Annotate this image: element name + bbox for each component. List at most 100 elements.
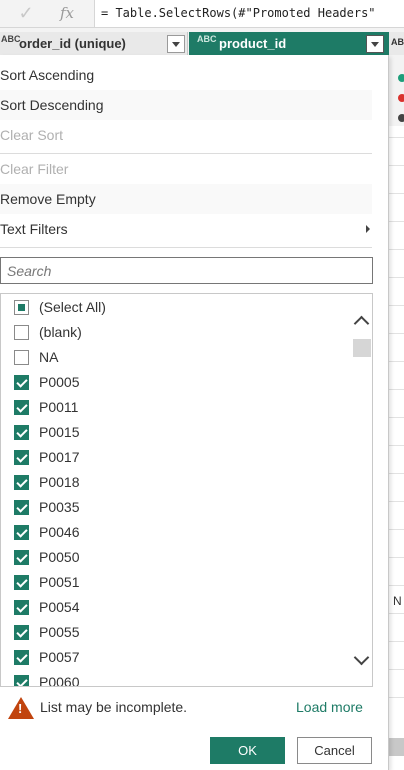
grid-row-divider (389, 669, 404, 670)
grid-row-divider (389, 249, 404, 250)
column-filter-dropdown-button[interactable] (366, 35, 384, 53)
checkbox[interactable] (14, 325, 29, 340)
ok-button[interactable]: OK (210, 737, 285, 764)
filter-list-item[interactable]: P0005 (1, 370, 351, 395)
filter-list-item[interactable]: NA (1, 345, 351, 370)
checkbox[interactable] (14, 525, 29, 540)
checkbox[interactable] (14, 400, 29, 415)
filter-item-label: P0055 (39, 624, 80, 640)
checkbox[interactable] (14, 575, 29, 590)
grid-row-divider (389, 445, 404, 446)
filter-list-item[interactable]: P0057 (1, 645, 351, 670)
search-input[interactable] (1, 258, 372, 283)
horizontal-scrollbar[interactable] (389, 738, 404, 756)
scrollbar-thumb[interactable] (353, 339, 371, 357)
filter-item-label: P0046 (39, 524, 80, 540)
filter-list-item[interactable]: P0035 (1, 495, 351, 520)
column-title: order_id (unique) (19, 36, 126, 51)
search-box[interactable] (0, 257, 373, 284)
filter-item-label: P0054 (39, 599, 80, 615)
menu-clear-sort: Clear Sort (0, 127, 64, 143)
filter-list-item[interactable]: P0046 (1, 520, 351, 545)
column-filter-panel: Sort Ascending Sort Descending Clear Sor… (0, 55, 389, 770)
chevron-up-icon[interactable] (355, 314, 369, 328)
chevron-down-icon[interactable] (355, 652, 369, 666)
checkbox[interactable] (14, 375, 29, 390)
filter-item-label: P0018 (39, 474, 80, 490)
menu-sort-ascending[interactable]: Sort Ascending (0, 60, 372, 90)
filter-list-item[interactable]: P0060 (1, 670, 351, 687)
filter-item-label: P0057 (39, 649, 80, 665)
filter-list-item[interactable]: P0017 (1, 445, 351, 470)
valid-dot-icon (398, 74, 404, 82)
submenu-arrow-icon (366, 225, 370, 233)
warning-text: List may be incomplete. (40, 699, 188, 715)
incomplete-list-warning: ! List may be incomplete. Load more (0, 695, 380, 721)
grid-row-divider (389, 641, 404, 642)
grid-row-divider (389, 277, 404, 278)
checkbox[interactable] (14, 475, 29, 490)
checkbox[interactable] (14, 625, 29, 640)
filter-item-label: (Select All) (39, 299, 106, 315)
column-header-next[interactable]: AB (389, 32, 404, 55)
menu-clear-filter: Clear Filter (0, 161, 69, 177)
filter-item-label: P0005 (39, 374, 80, 390)
cancel-button[interactable]: Cancel (297, 737, 372, 764)
grid-row-divider (389, 389, 404, 390)
filter-list-item[interactable]: P0011 (1, 395, 351, 420)
grid-row-divider (389, 585, 404, 586)
grid-row-divider (389, 305, 404, 306)
filter-list-item[interactable]: P0018 (1, 470, 351, 495)
empty-dot-icon (398, 114, 404, 122)
filter-list-item[interactable]: P0055 (1, 620, 351, 645)
filter-list-item[interactable]: P0054 (1, 595, 351, 620)
checkbox[interactable] (14, 550, 29, 565)
filter-item-label: P0015 (39, 424, 80, 440)
filter-item-label: P0060 (39, 674, 80, 687)
column-headers: ABC order_id (unique) ABC product_id AB (0, 32, 404, 55)
checkbox[interactable] (14, 650, 29, 665)
load-more-link[interactable]: Load more (296, 699, 363, 715)
column-header-product-id[interactable]: ABC product_id (189, 32, 389, 55)
text-type-icon[interactable]: ABC (197, 35, 217, 44)
grid-row-divider (389, 613, 404, 614)
checkbox[interactable] (14, 600, 29, 615)
filter-item-label: P0035 (39, 499, 80, 515)
filter-item-label: P0011 (39, 399, 79, 415)
formula-bar: ✓ fx = Table.SelectRows(#"Promoted Heade… (0, 0, 404, 28)
menu-sort-descending[interactable]: Sort Descending (0, 90, 372, 120)
filter-list-item[interactable]: P0015 (1, 420, 351, 445)
formula-input[interactable]: = Table.SelectRows(#"Promoted Headers" (94, 0, 404, 27)
menu-divider (0, 247, 372, 248)
filter-list-item[interactable]: P0051 (1, 570, 351, 595)
checkbox[interactable] (14, 500, 29, 515)
checkbox[interactable] (14, 350, 29, 365)
checkbox[interactable] (14, 425, 29, 440)
grid-cell: N (393, 594, 402, 608)
filter-list-item[interactable]: P0050 (1, 545, 351, 570)
filter-list-item[interactable]: (Select All) (1, 295, 351, 320)
grid-row-divider (389, 193, 404, 194)
text-type-icon[interactable]: ABC (1, 35, 21, 44)
filter-values-list: (Select All) (blank) NA P0005 P0011 P0015 P001… (0, 293, 373, 687)
column-header-order-id[interactable]: ABC order_id (unique) (0, 32, 188, 55)
checkbox[interactable] (14, 675, 29, 686)
vertical-scrollbar[interactable] (351, 294, 372, 686)
checkbox[interactable] (14, 450, 29, 465)
check-icon[interactable]: ✓ (14, 3, 38, 23)
grid-row-divider (389, 165, 404, 166)
menu-remove-empty[interactable]: Remove Empty (0, 184, 372, 214)
grid-row-divider (389, 501, 404, 502)
menu-text-filters[interactable]: Text Filters (0, 214, 372, 244)
grid-row-divider (389, 529, 404, 530)
grid-row-divider (389, 473, 404, 474)
menu-text-filters-label: Text Filters (0, 221, 68, 237)
filter-item-label: P0051 (39, 574, 80, 590)
filter-item-label: (blank) (39, 324, 82, 340)
column-filter-dropdown-button[interactable] (167, 35, 185, 53)
filter-item-label: P0050 (39, 549, 80, 565)
checkbox[interactable] (14, 300, 29, 315)
column-title: product_id (219, 36, 287, 51)
filter-list-item[interactable]: (blank) (1, 320, 351, 345)
fx-icon[interactable]: fx (56, 2, 78, 24)
